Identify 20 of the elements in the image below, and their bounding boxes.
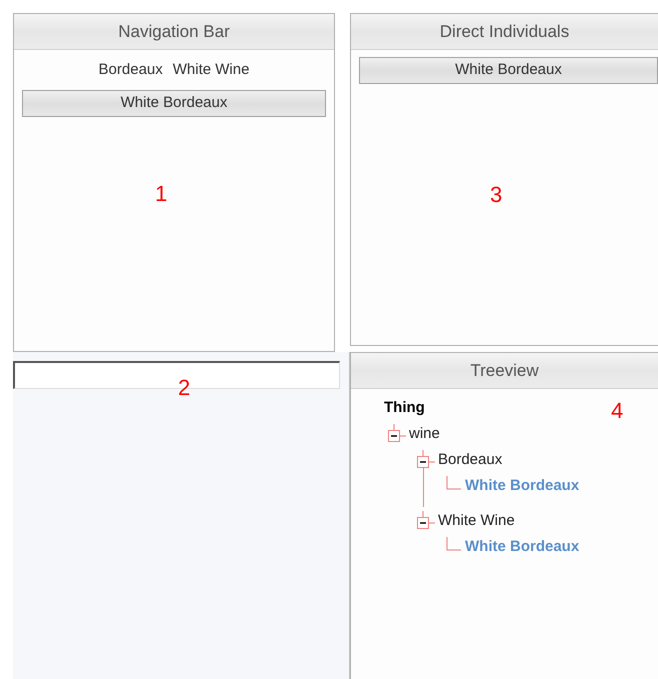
tree-item[interactable]: wine (409, 422, 440, 446)
item-button[interactable]: White Bordeaux (359, 57, 658, 84)
annotation-number: 1 (155, 183, 168, 205)
panel-header: Treeview (351, 353, 658, 389)
breadcrumb-link[interactable]: Bordeaux (98, 59, 163, 82)
panel-header: Navigation Bar (14, 14, 334, 50)
collapse-icon[interactable] (417, 511, 437, 531)
tree-item[interactable]: Thing (384, 395, 425, 421)
annotation-number: 4 (611, 400, 624, 422)
tree-connector-icon (446, 476, 462, 490)
tree-connector-icon (446, 537, 462, 551)
annotation-number: 3 (490, 184, 502, 206)
item-button[interactable]: White Bordeaux (22, 90, 326, 116)
panel-header: Direct Individuals (351, 14, 658, 50)
annotation-number: 2 (178, 377, 190, 399)
tree-item[interactable]: White Wine (438, 510, 515, 532)
collapse-icon[interactable] (388, 424, 408, 444)
breadcrumb-link[interactable]: White Wine (172, 59, 250, 82)
tree-item[interactable]: Bordeaux (438, 448, 502, 472)
collapse-icon[interactable] (417, 450, 437, 470)
